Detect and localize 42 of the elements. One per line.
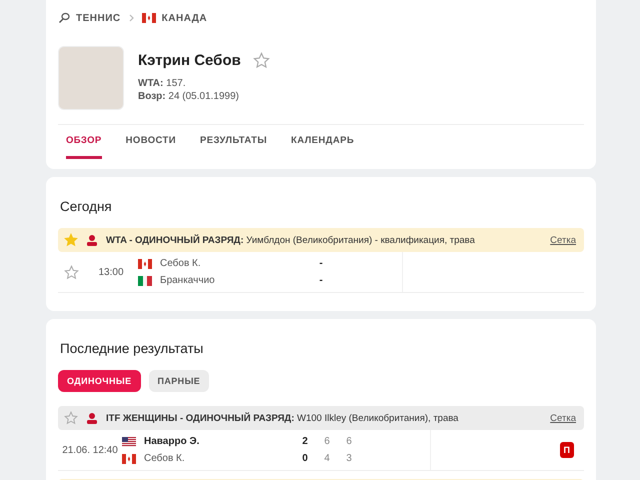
- tab[interactable]: РЕЗУЛЬТАТЫ: [200, 125, 268, 159]
- filter-button[interactable]: ПАРНЫЕ: [148, 370, 210, 392]
- score: 6: [345, 436, 353, 447]
- match-time: 13:00: [97, 266, 125, 278]
- score: 2: [301, 436, 309, 447]
- match-time: 21.06. 12:40: [61, 444, 119, 456]
- score: -: [318, 275, 324, 286]
- player-name: Наварро Э.: [144, 436, 200, 447]
- player-name: Кэтрин Себов: [138, 52, 241, 69]
- breadcrumb-link[interactable]: ТЕННИС: [76, 12, 121, 24]
- section-title: Последние результаты: [59, 340, 204, 358]
- league-title: WTA - ОДИНОЧНЫЙ РАЗРЯД: Уимблдон (Великобритания) - квалификация, трава: [106, 234, 476, 246]
- person-icon: [86, 412, 98, 424]
- chevron-icon: [128, 14, 134, 22]
- status-badge: П: [560, 442, 574, 458]
- match-row[interactable]: 21.06. 12:40 Наварро Э. 2 6 6 Себов К. 0 4 3 П: [58, 430, 584, 471]
- score: 6: [323, 436, 331, 447]
- breadcrumb-link[interactable]: КАНАДА: [162, 12, 208, 24]
- match-row[interactable]: 13:00 Себов К. - Бранкаччио -: [58, 252, 584, 293]
- player-name: Бранкаччио: [160, 275, 216, 286]
- player-name: Себов К.: [144, 453, 186, 464]
- section-title: Сегодня: [59, 198, 113, 216]
- tab[interactable]: ОБЗОР: [66, 125, 102, 159]
- score: 4: [323, 453, 331, 464]
- filter-button[interactable]: ОДИНОЧНЫЕ: [58, 370, 140, 392]
- player-info: Возр: 24 (05.01.1999): [138, 90, 240, 103]
- photo-placeholder: [58, 46, 124, 110]
- person-icon: [86, 234, 98, 246]
- score: 0: [301, 453, 309, 464]
- player-name: Себов К.: [160, 258, 202, 269]
- star-icon[interactable]: [64, 411, 78, 425]
- star-icon[interactable]: [252, 52, 270, 69]
- score: -: [318, 258, 324, 269]
- star-icon[interactable]: [64, 264, 78, 280]
- tab[interactable]: НОВОСТИ: [126, 125, 176, 159]
- draw-link[interactable]: Сетка: [550, 234, 576, 246]
- league-title: ITF ЖЕНЩИНЫ - ОДИНОЧНЫЙ РАЗРЯД: W100 Ilkley (Великобритания), трава: [106, 412, 460, 424]
- tab[interactable]: КАЛЕНДАРЬ: [291, 125, 354, 159]
- player-info: WTA: 157.: [138, 77, 187, 90]
- score: 3: [345, 453, 353, 464]
- draw-link[interactable]: Сетка: [550, 412, 576, 424]
- star-icon[interactable]: [64, 233, 78, 247]
